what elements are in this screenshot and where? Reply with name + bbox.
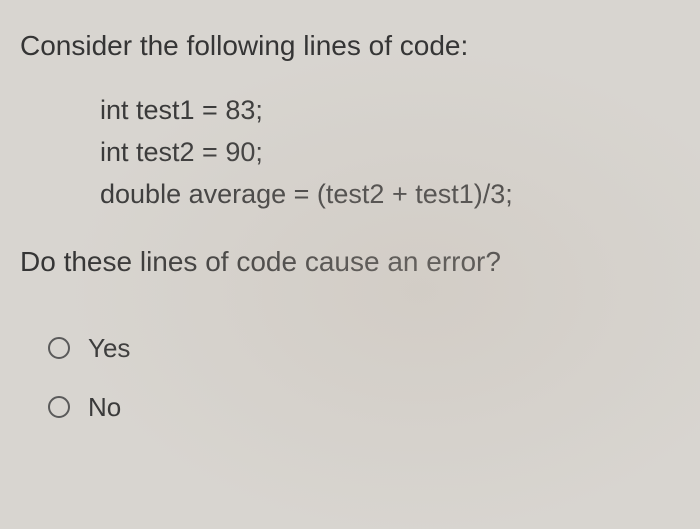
code-block: int test1 = 83; int test2 = 90; double a… xyxy=(100,90,680,216)
option-yes[interactable]: Yes xyxy=(48,333,680,364)
radio-icon xyxy=(48,396,70,418)
radio-icon xyxy=(48,337,70,359)
question-prompt: Consider the following lines of code: xyxy=(20,30,680,62)
code-line: double average = (test2 + test1)/3; xyxy=(100,174,680,216)
code-line: int test2 = 90; xyxy=(100,132,680,174)
option-no[interactable]: No xyxy=(48,392,680,423)
code-line: int test1 = 83; xyxy=(100,90,680,132)
options-group: Yes No xyxy=(48,333,680,423)
question-followup: Do these lines of code cause an error? xyxy=(20,246,680,278)
option-label: Yes xyxy=(88,333,130,364)
option-label: No xyxy=(88,392,121,423)
